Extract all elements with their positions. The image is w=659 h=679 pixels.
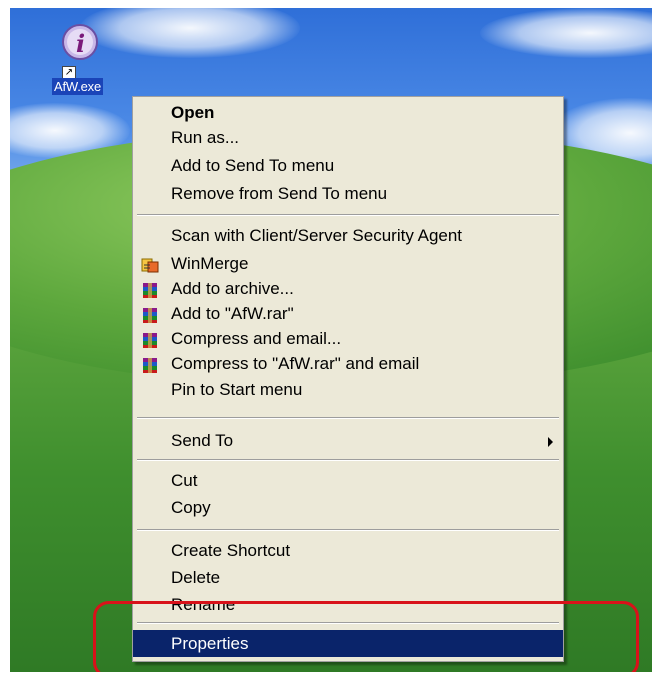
screenshot: i ↗ AfW.exe Open Run as... Add to Send To … xyxy=(0,0,659,679)
menu-item-label: Add to "AfW.rar" xyxy=(171,304,294,323)
menu-item-pin-to-start-menu[interactable]: Pin to Start menu xyxy=(133,376,563,403)
menu-item-cut[interactable]: Cut xyxy=(133,467,563,494)
winrar-icon xyxy=(141,280,159,298)
annotation-highlight xyxy=(93,601,639,672)
info-icon: i xyxy=(62,24,98,60)
menu-item-add-to-afw-rar[interactable]: Add to "AfW.rar" xyxy=(133,300,563,327)
menu-item-label: Add to archive... xyxy=(171,279,294,298)
cloud xyxy=(480,8,652,58)
menu-item-run-as[interactable]: Run as... xyxy=(133,124,563,151)
menu-item-compress-to-afw-rar-and-email[interactable]: Compress to "AfW.rar" and email xyxy=(133,350,563,377)
menu-item-add-to-archive[interactable]: Add to archive... xyxy=(133,275,563,302)
menu-item-label: Add to Send To menu xyxy=(171,156,335,175)
menu-item-create-shortcut[interactable]: Create Shortcut xyxy=(133,537,563,564)
menu-item-copy[interactable]: Copy xyxy=(133,494,563,521)
menu-item-label: Send To xyxy=(171,431,234,450)
menu-item-compress-and-email[interactable]: Compress and email... xyxy=(133,325,563,352)
context-menu: Open Run as... Add to Send To menu Remove f… xyxy=(132,96,564,662)
menu-separator xyxy=(137,529,559,531)
menu-item-label: Open xyxy=(171,103,215,122)
desktop-background: i ↗ AfW.exe Open Run as... Add to Send To … xyxy=(10,8,652,672)
menu-item-remove-from-send-to-menu[interactable]: Remove from Send To menu xyxy=(133,180,563,207)
menu-item-label: Cut xyxy=(171,471,198,490)
winmerge-icon xyxy=(141,255,159,273)
menu-item-label: Delete xyxy=(171,568,221,587)
menu-separator xyxy=(137,214,559,216)
menu-item-add-to-send-to-menu[interactable]: Add to Send To menu xyxy=(133,152,563,179)
menu-item-winmerge[interactable]: WinMerge xyxy=(133,250,563,277)
menu-item-label: Pin to Start menu xyxy=(171,380,303,399)
menu-item-label: Copy xyxy=(171,498,211,517)
menu-item-scan-with-client-server-security-agent[interactable]: Scan with Client/Server Security Agent xyxy=(133,222,563,249)
winrar-icon xyxy=(141,355,159,373)
svg-text:i: i xyxy=(76,29,85,58)
menu-item-label: Run as... xyxy=(171,128,240,147)
menu-item-delete[interactable]: Delete xyxy=(133,564,563,591)
menu-item-label: Compress to "AfW.rar" and email xyxy=(171,354,420,373)
menu-item-send-to[interactable]: Send To xyxy=(133,427,563,454)
menu-item-label: WinMerge xyxy=(171,254,249,273)
menu-item-label: Compress and email... xyxy=(171,329,342,348)
desktop-icon-afw[interactable]: i ↗ AfW.exe xyxy=(52,22,134,100)
submenu-arrow-icon xyxy=(548,437,553,447)
menu-item-open[interactable]: Open xyxy=(133,99,563,126)
menu-separator xyxy=(137,417,559,419)
menu-item-label: Scan with Client/Server Security Agent xyxy=(171,226,463,245)
desktop-icon-label[interactable]: AfW.exe xyxy=(52,78,104,95)
winrar-icon xyxy=(141,305,159,323)
menu-separator xyxy=(137,459,559,461)
menu-item-label: Remove from Send To menu xyxy=(171,184,388,203)
menu-item-label: Create Shortcut xyxy=(171,541,291,560)
winrar-icon xyxy=(141,330,159,348)
